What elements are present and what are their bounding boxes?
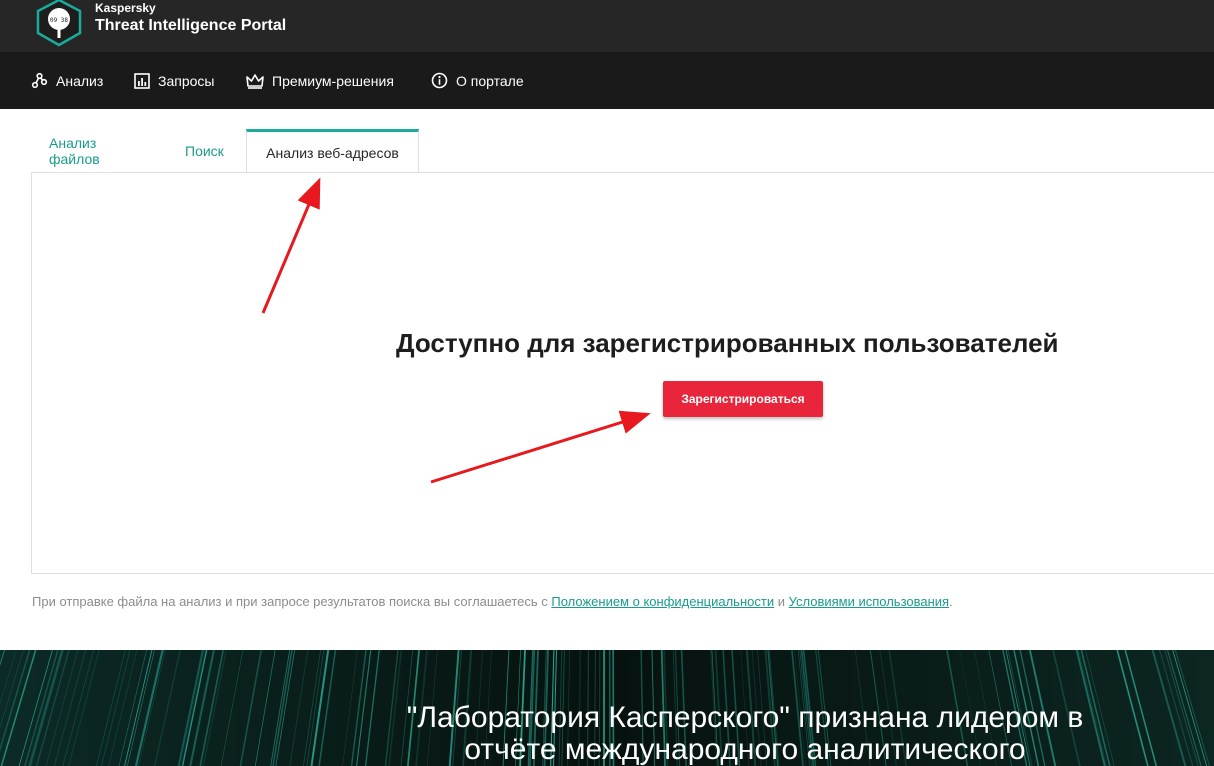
- tab-content-panel: [31, 172, 1214, 574]
- main-nav: Анализ Запросы Премиум-решения О портале: [0, 52, 1214, 109]
- footnote-and: и: [774, 594, 789, 609]
- chart-icon: [134, 72, 150, 89]
- brand-product[interactable]: Threat Intelligence Portal: [95, 17, 286, 35]
- tab-search[interactable]: Поиск: [185, 129, 224, 173]
- logo-text: 09 38: [50, 17, 68, 24]
- kaspersky-logo-icon[interactable]: 09 38: [33, 0, 85, 48]
- nav-item-label: Запросы: [158, 72, 215, 89]
- tab-file-analysis[interactable]: Анализ файлов: [49, 129, 100, 173]
- banner-headline: "Лаборатория Касперского" признана лидер…: [300, 702, 1190, 766]
- consent-footnote: При отправке файла на анализ и при запро…: [32, 594, 953, 609]
- tab-web-address-analysis[interactable]: Анализ веб-адресов: [246, 129, 419, 173]
- top-bar: 09 38 Kaspersky Threat Intelligence Port…: [0, 0, 1214, 52]
- register-button[interactable]: Зарегистрироваться: [663, 381, 823, 417]
- nav-item-label: Премиум-решения: [272, 72, 394, 89]
- registered-only-title: Доступно для зарегистрированных пользова…: [396, 328, 1059, 358]
- banner-line-2: отчёте международного аналитического: [464, 733, 1026, 766]
- nav-item-analysis[interactable]: Анализ: [31, 52, 103, 109]
- footnote-prefix: При отправке файла на анализ и при запро…: [32, 594, 552, 609]
- info-icon: [431, 72, 448, 89]
- footnote-suffix: .: [949, 594, 953, 609]
- terms-of-use-link[interactable]: Условиями использования: [789, 594, 950, 609]
- crown-icon: [246, 73, 264, 89]
- graph-icon: [31, 72, 48, 89]
- news-banner[interactable]: "Лаборатория Касперского" признана лидер…: [0, 650, 1214, 766]
- nav-item-premium[interactable]: Премиум-решения: [246, 52, 394, 109]
- nav-item-requests[interactable]: Запросы: [134, 52, 214, 109]
- nav-item-about[interactable]: О портале: [431, 52, 524, 109]
- nav-item-label: О портале: [456, 72, 524, 89]
- banner-line-1: "Лаборатория Касперского" признана лидер…: [406, 701, 1084, 734]
- nav-item-label: Анализ: [56, 72, 104, 89]
- brand-company: Kaspersky: [95, 1, 156, 15]
- privacy-policy-link[interactable]: Положением о конфиденциальности: [551, 594, 774, 609]
